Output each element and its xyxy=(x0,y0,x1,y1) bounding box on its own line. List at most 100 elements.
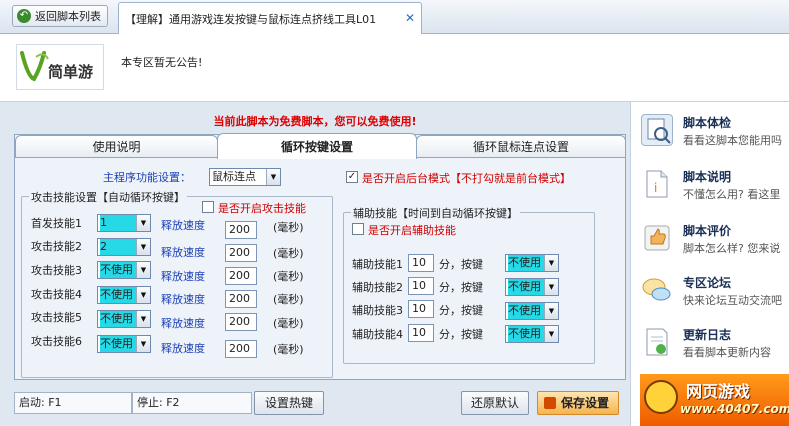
save-settings-label: 保存设置 xyxy=(560,396,609,410)
skill-key-select[interactable]: 不使用 ▼ xyxy=(97,261,151,279)
sidebar-title: 脚本说明 xyxy=(683,170,732,184)
tab-script[interactable]: 【理解】通用游戏连发按键与鼠标连点挤线工具L01 ✕ xyxy=(118,2,422,34)
release-speed-label: 释放速度 xyxy=(161,317,205,330)
aux-key-value: 不使用 xyxy=(508,279,544,295)
set-hotkey-button[interactable]: 设置热键 xyxy=(254,391,324,415)
sidebar-item-forum[interactable]: 专区论坛 快来论坛互动交流吧 xyxy=(631,268,789,320)
notice-area xyxy=(0,34,789,102)
free-script-message: 当前此脚本为免费脚本，您可以免费使用! xyxy=(213,115,417,128)
chevron-down-icon: ▼ xyxy=(136,311,150,327)
aux-skill-label: 辅助技能1 xyxy=(352,258,403,271)
skill-label: 攻击技能5 xyxy=(31,311,82,324)
chevron-down-icon: ▼ xyxy=(136,262,150,278)
back-to-script-list-button[interactable]: ↶ 返回脚本列表 xyxy=(12,5,108,27)
ad-line2: www.40407.com xyxy=(680,402,789,416)
skill-key-value: 不使用 xyxy=(100,287,136,303)
sidebar-desc: 不懂怎么用? 看这里 xyxy=(683,188,781,201)
sidebar-title: 脚本评价 xyxy=(683,224,732,238)
back-button-label: 返回脚本列表 xyxy=(35,10,101,23)
aux-minutes-input[interactable]: 10 xyxy=(408,277,434,295)
save-icon xyxy=(544,397,556,409)
skill-label: 攻击技能2 xyxy=(31,240,82,253)
aux-key-select[interactable]: 不使用 ▼ xyxy=(505,302,559,320)
skill-label: 攻击技能3 xyxy=(31,264,82,277)
bottom-bar: 启动: F1 停止: F2 设置热键 还原默认 保存设置 xyxy=(14,389,626,419)
aux-key-select[interactable]: 不使用 ▼ xyxy=(505,278,559,296)
chevron-down-icon: ▼ xyxy=(544,303,558,319)
release-speed-input[interactable]: 200 xyxy=(225,290,257,308)
skill-key-value: 不使用 xyxy=(100,262,136,278)
skill-key-select[interactable]: 2 ▼ xyxy=(97,238,151,256)
sidebar-item-checkup[interactable]: 脚本体检 看看这脚本您能用吗 xyxy=(631,108,789,160)
main-function-value: 鼠标连点 xyxy=(212,170,256,183)
aux-key-value: 不使用 xyxy=(508,326,544,342)
notice-text: 本专区暂无公告! xyxy=(121,56,203,69)
jiandanyou-logo-icon: 简单游 xyxy=(20,51,93,82)
tab-loop-keys[interactable]: 循环按键设置 xyxy=(217,133,417,159)
release-speed-input[interactable]: 200 xyxy=(225,267,257,285)
chevron-down-icon: ▼ xyxy=(136,215,150,231)
chevron-down-icon: ▼ xyxy=(266,169,280,185)
sidebar-item-changelog[interactable]: 更新日志 看看脚本更新内容 xyxy=(631,320,789,372)
save-settings-button[interactable]: 保存设置 xyxy=(537,391,619,415)
main-function-select[interactable]: 鼠标连点 ▼ xyxy=(209,168,281,186)
release-speed-input[interactable]: 200 xyxy=(225,244,257,262)
svg-text:i: i xyxy=(654,181,657,195)
ms-label: (毫秒) xyxy=(273,270,304,283)
aux-minutes-input[interactable]: 10 xyxy=(408,300,434,318)
sidebar-item-description[interactable]: i 脚本说明 不懂怎么用? 看这里 xyxy=(631,162,789,214)
tab-usage[interactable]: 使用说明 xyxy=(15,135,218,157)
release-speed-label: 释放速度 xyxy=(161,219,205,232)
aux-minutes-input[interactable]: 10 xyxy=(408,254,434,272)
sidebar-title: 专区论坛 xyxy=(683,276,732,290)
attack-enable-label: 是否开启攻击技能 xyxy=(218,202,306,215)
sidebar-desc: 看看脚本更新内容 xyxy=(683,346,771,359)
update-log-icon xyxy=(641,326,673,358)
release-speed-input[interactable]: 200 xyxy=(225,221,257,239)
ms-label: (毫秒) xyxy=(273,221,304,234)
close-icon[interactable]: ✕ xyxy=(405,11,415,25)
loop-keys-content: 主程序功能设置： 鼠标连点 ▼ ✓ 是否开启后台模式【不打勾就是前台模式】 攻击… xyxy=(15,157,625,379)
skill-key-select[interactable]: 不使用 ▼ xyxy=(97,286,151,304)
settings-panel: 使用说明 循环按键设置 循环鼠标连点设置 主程序功能设置： 鼠标连点 ▼ ✓ 是… xyxy=(14,133,626,380)
release-speed-label: 释放速度 xyxy=(161,342,205,355)
skill-label: 攻击技能6 xyxy=(31,335,82,348)
ms-label: (毫秒) xyxy=(273,293,304,306)
sidebar-desc: 脚本怎么样? 您来说 xyxy=(683,242,781,255)
ad-line1: 网页游戏 xyxy=(686,382,751,401)
skill-label: 攻击技能4 xyxy=(31,288,82,301)
release-speed-input[interactable]: 200 xyxy=(225,313,257,331)
chevron-down-icon: ▼ xyxy=(136,239,150,255)
sidebar-item-review[interactable]: 脚本评价 脚本怎么样? 您来说 xyxy=(631,216,789,268)
aux-enable-label: 是否开启辅助技能 xyxy=(368,224,456,237)
restore-default-button[interactable]: 还原默认 xyxy=(461,391,529,415)
aux-enable-checkbox[interactable] xyxy=(352,223,364,235)
svg-text:简单游: 简单游 xyxy=(48,63,93,81)
ms-label: (毫秒) xyxy=(273,247,304,260)
skill-key-select[interactable]: 1 ▼ xyxy=(97,214,151,232)
stop-hotkey-display: 停止: F2 xyxy=(132,392,252,414)
background-mode-checkbox[interactable]: ✓ xyxy=(346,171,358,183)
attack-group-title: 攻击技能设置【自动循环按键】 xyxy=(29,189,187,205)
skill-key-select[interactable]: 不使用 ▼ xyxy=(97,310,151,328)
sidebar-desc: 看看这脚本您能用吗 xyxy=(683,134,782,147)
ad-banner-40407[interactable]: 网页游戏 www.40407.com xyxy=(640,374,789,426)
logo: 简单游 xyxy=(16,44,104,90)
aux-key-select[interactable]: 不使用 ▼ xyxy=(505,325,559,343)
skill-key-value: 不使用 xyxy=(100,336,136,352)
sidebar-title: 脚本体检 xyxy=(683,116,732,130)
tab-loop-mouse[interactable]: 循环鼠标连点设置 xyxy=(416,135,626,157)
aux-minutes-input[interactable]: 10 xyxy=(408,324,434,342)
aux-unit-label: 分，按键 xyxy=(439,281,483,294)
chevron-down-icon: ▼ xyxy=(544,279,558,295)
release-speed-input[interactable]: 200 xyxy=(225,340,257,358)
release-speed-label: 释放速度 xyxy=(161,293,205,306)
thumb-up-icon xyxy=(641,222,673,254)
skill-key-select[interactable]: 不使用 ▼ xyxy=(97,335,151,353)
start-hotkey-display: 启动: F1 xyxy=(14,392,132,414)
chat-bubbles-icon xyxy=(641,274,673,306)
attack-enable-checkbox[interactable] xyxy=(202,201,214,213)
release-speed-label: 释放速度 xyxy=(161,270,205,283)
aux-unit-label: 分，按键 xyxy=(439,258,483,271)
aux-key-select[interactable]: 不使用 ▼ xyxy=(505,254,559,272)
